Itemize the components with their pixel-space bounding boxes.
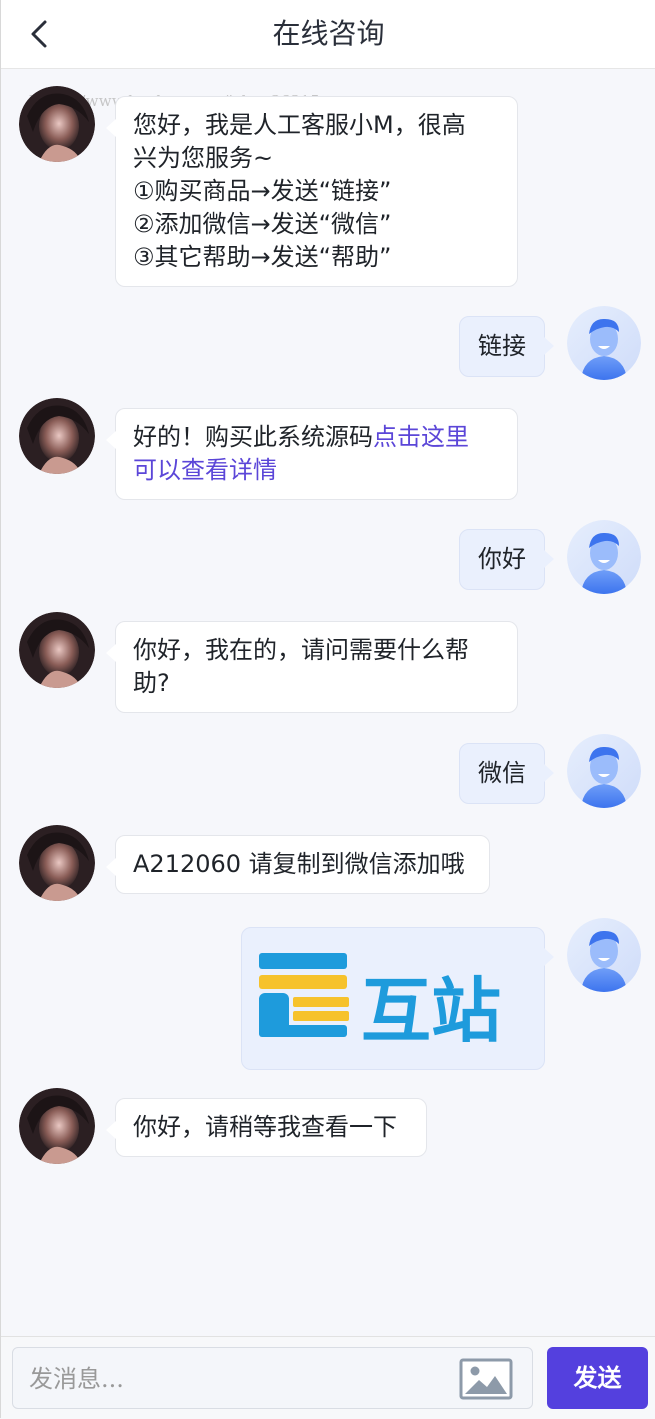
top-bar: 在线咨询 xyxy=(1,0,655,69)
agent-message: 您好，我是人工客服小M，很高 兴为您服务~ ①购买商品→发送“链接” ②添加微信… xyxy=(106,96,518,287)
user-avatar xyxy=(567,734,641,808)
message-input-box xyxy=(12,1347,533,1409)
user-message: 你好 xyxy=(459,529,554,590)
huzhan-logo-image: 互站 xyxy=(259,953,501,1052)
composer-bar: 发送 xyxy=(1,1336,655,1419)
agent-avatar xyxy=(19,1088,95,1164)
message-text: 你好，请稍等我查看一下 xyxy=(133,1113,397,1141)
message-line: 助? xyxy=(133,669,170,697)
message-line: ②添加微信→发送“微信” xyxy=(133,210,392,238)
message-line: 兴为您服务~ xyxy=(133,144,274,172)
agent-avatar xyxy=(19,398,95,474)
agent-message: 你好，我在的，请问需要什么帮 助? xyxy=(106,621,518,713)
user-image-message[interactable]: 互站 xyxy=(241,927,554,1070)
user-avatar xyxy=(567,918,641,992)
message-text: 链接 xyxy=(478,332,526,360)
details-link[interactable]: 点击这里 xyxy=(373,423,469,451)
user-message: 链接 xyxy=(459,316,554,377)
message-text: A212060 请复制到微信添加哦 xyxy=(133,850,465,878)
agent-message: A212060 请复制到微信添加哦 xyxy=(106,835,490,894)
agent-avatar xyxy=(19,86,95,162)
message-input[interactable] xyxy=(27,1356,451,1402)
message-text: 好的！购买此系统源码 xyxy=(133,423,373,451)
image-upload-button[interactable] xyxy=(459,1358,513,1400)
message-text: 微信 xyxy=(478,759,526,787)
agent-avatar xyxy=(19,612,95,688)
message-line: 您好，我是人工客服小M，很高 xyxy=(133,111,466,139)
user-avatar xyxy=(567,306,641,380)
message-line: ③其它帮助→发送“帮助” xyxy=(133,243,392,271)
details-link-continued[interactable]: 可以查看详情 xyxy=(133,456,277,484)
agent-message: 你好，请稍等我查看一下 xyxy=(106,1098,427,1157)
page-title: 在线咨询 xyxy=(272,17,385,50)
agent-avatar xyxy=(19,825,95,901)
message-line: ①购买商品→发送“链接” xyxy=(133,177,392,205)
message-line: 你好，我在的，请问需要什么帮 xyxy=(133,636,469,664)
agent-message: 好的！购买此系统源码点击这里 可以查看详情 xyxy=(106,408,518,500)
user-avatar xyxy=(567,520,641,594)
image-icon xyxy=(459,1358,513,1400)
message-text: 你好 xyxy=(478,545,526,573)
send-button[interactable]: 发送 xyxy=(547,1347,648,1409)
user-message: 微信 xyxy=(459,743,554,804)
logo-text: 互站 xyxy=(361,970,501,1052)
